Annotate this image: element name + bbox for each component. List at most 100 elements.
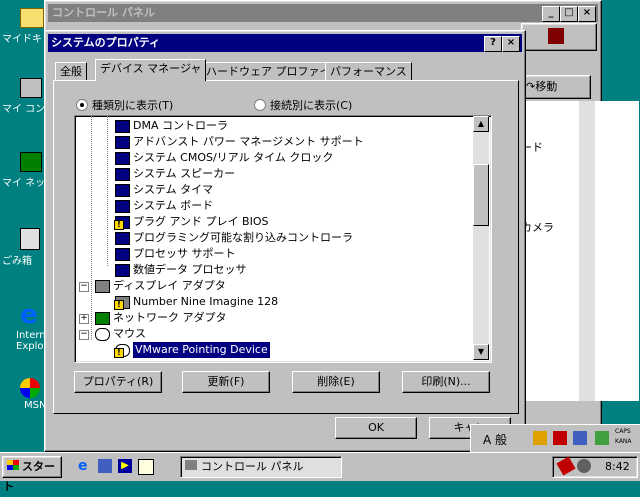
ime-toolbar: A 般 CAPS KANA xyxy=(470,424,640,454)
remove-button[interactable]: 削除(E) xyxy=(292,371,380,393)
system-device-icon xyxy=(115,120,130,133)
dialog-close-button[interactable]: × xyxy=(502,36,520,52)
system-device-icon xyxy=(115,152,130,165)
scroll-thumb[interactable] xyxy=(473,164,489,226)
help-button[interactable]: ? xyxy=(484,36,502,52)
tree-item-label: ネットワーク アダプタ xyxy=(113,311,227,324)
start-button[interactable]: スタート xyxy=(2,456,62,493)
minimize-button[interactable]: _ xyxy=(542,6,560,22)
system-device-icon xyxy=(115,136,130,149)
control-panel-icon xyxy=(185,460,197,470)
scroll-up-button[interactable]: ▲ xyxy=(473,116,489,132)
tree-item-label: VMware Pointing Device xyxy=(133,342,270,358)
tree-item-label: システム ボード xyxy=(133,199,214,212)
ime-dictionary-icon[interactable] xyxy=(553,431,567,445)
network-adapter-icon xyxy=(95,312,110,325)
move-label: 移動 xyxy=(535,80,558,93)
desktop-icon-recycle-bin[interactable]: ごみ箱 xyxy=(2,228,46,267)
expand-icon[interactable]: + xyxy=(79,314,89,324)
windows-logo-icon xyxy=(7,460,19,470)
system-device-icon xyxy=(115,200,130,213)
tree-item-label: システム タイマ xyxy=(133,183,214,196)
pen-icon[interactable] xyxy=(556,456,576,476)
desktop-icon-network[interactable]: マイ ネット xyxy=(2,152,56,189)
kana-indicator: KANA xyxy=(615,438,632,445)
ime-tool-icon[interactable] xyxy=(533,431,547,445)
tree-item-label: プラグ アンド プレイ BIOS xyxy=(133,215,269,228)
window-title: コントロール パネル xyxy=(52,6,155,19)
system-device-icon xyxy=(115,264,130,277)
refresh-button[interactable]: 更新(F) xyxy=(182,371,270,393)
system-tray: 8:42 xyxy=(552,456,638,478)
ie-quicklaunch-icon[interactable]: e xyxy=(78,458,88,474)
collapse-icon[interactable]: − xyxy=(79,282,89,292)
control-panel-titlebar[interactable]: コントロール パネル _ □ × xyxy=(48,4,598,22)
device-tree[interactable]: DMA コントローラ アドバンスト パワー マネージメント サポート システム … xyxy=(74,115,492,363)
tree-item-label: ディスプレイ アダプタ xyxy=(113,279,226,292)
cp-toolbar-area xyxy=(521,23,597,51)
properties-button[interactable]: プロパティ(R) xyxy=(74,371,162,393)
volume-icon[interactable] xyxy=(577,459,591,473)
maximize-button[interactable]: □ xyxy=(560,6,578,22)
warning-mouse-icon xyxy=(114,344,130,358)
tree-item-label: マウス xyxy=(113,327,146,340)
ok-button[interactable]: OK xyxy=(335,417,417,439)
tree-item-label: システム スピーカー xyxy=(133,167,236,180)
cp-vertical-scrollbar[interactable] xyxy=(579,101,595,401)
tree-item-label: プログラミング可能な割り込みコントローラ xyxy=(133,231,353,244)
taskbar-button-control-panel[interactable]: コントロール パネル xyxy=(180,456,342,478)
system-properties-dialog: システムのプロパティ ? × 全般 デバイス マネージャ ハードウェア プロファ… xyxy=(44,30,526,452)
system-device-icon xyxy=(115,248,130,261)
tree-vertical-scrollbar[interactable]: ▲ ▼ xyxy=(473,116,489,360)
desktop-icon-msn[interactable]: MSN xyxy=(2,378,46,411)
tree-line xyxy=(107,116,108,266)
mouse-icon xyxy=(95,328,110,341)
tree-item-label: プロセッサ サポート xyxy=(133,247,236,260)
ime-pad-icon[interactable] xyxy=(573,431,587,445)
close-button[interactable]: × xyxy=(578,6,596,22)
tab-performance[interactable]: パフォーマンス xyxy=(325,62,412,81)
task-label: コントロール パネル xyxy=(201,460,304,473)
scroll-down-button[interactable]: ▼ xyxy=(473,344,489,360)
dialog-titlebar[interactable]: システムのプロパティ ? × xyxy=(48,34,522,52)
system-device-icon xyxy=(115,168,130,181)
warning-display-icon xyxy=(114,296,130,310)
collapse-icon[interactable]: − xyxy=(79,330,89,340)
folder-icon xyxy=(20,8,44,28)
desktop-icon-label: マイ コンピ xyxy=(2,104,56,115)
radio-by-connection-label[interactable]: 接続別に表示(C) xyxy=(270,97,352,113)
system-device-icon xyxy=(115,184,130,197)
network-icon xyxy=(20,152,42,172)
tab-device-manager[interactable]: デバイス マネージャ xyxy=(95,59,207,81)
ime-mode[interactable]: A 般 xyxy=(483,431,507,448)
radio-by-type-label[interactable]: 種類別に表示(T) xyxy=(92,97,173,113)
radio-by-type[interactable] xyxy=(76,99,88,111)
recycle-bin-icon xyxy=(20,228,40,250)
desktop-icon-label: MSN xyxy=(24,400,47,411)
tree-item-label: アドバンスト パワー マネージメント サポート xyxy=(133,135,364,148)
computer-icon xyxy=(20,78,42,98)
taskbar: スタート e ▶ コントロール パネル 8:42 xyxy=(0,452,640,493)
desktop-icon-internet-explorer[interactable]: e Internet Explo xyxy=(2,302,56,352)
outlook-quicklaunch-icon[interactable] xyxy=(98,459,112,473)
desktop-icon-my-computer[interactable]: マイ コンピ xyxy=(2,78,56,115)
ime-help-icon[interactable] xyxy=(595,431,609,445)
print-button[interactable]: 印刷(N)... xyxy=(402,371,490,393)
system-device-icon xyxy=(115,232,130,245)
radio-by-connection[interactable] xyxy=(254,99,266,111)
move-button[interactable]: ↷移動 xyxy=(521,75,591,99)
display-adapter-icon xyxy=(95,280,110,293)
dialog-title: システムのプロパティ xyxy=(51,36,161,49)
desktop-icon-label: マイ ネット xyxy=(2,178,56,189)
channels-quicklaunch-icon[interactable]: ▶ xyxy=(118,459,132,473)
windows-logo-icon xyxy=(548,28,564,44)
tree-item-label: DMA コントローラ xyxy=(133,119,228,132)
tree-item-label: 数値データ プロセッサ xyxy=(133,263,247,276)
desktop-icon-my-documents[interactable]: マイドキ xyxy=(2,8,46,45)
msn-butterfly-icon xyxy=(20,378,40,398)
clock[interactable]: 8:42 xyxy=(605,460,630,473)
tab-general[interactable]: 全般 xyxy=(55,62,87,81)
quick-launch: e ▶ xyxy=(70,456,170,476)
show-desktop-icon[interactable] xyxy=(138,459,154,475)
tree-item-label: システム CMOS/リアル タイム クロック xyxy=(133,151,334,164)
